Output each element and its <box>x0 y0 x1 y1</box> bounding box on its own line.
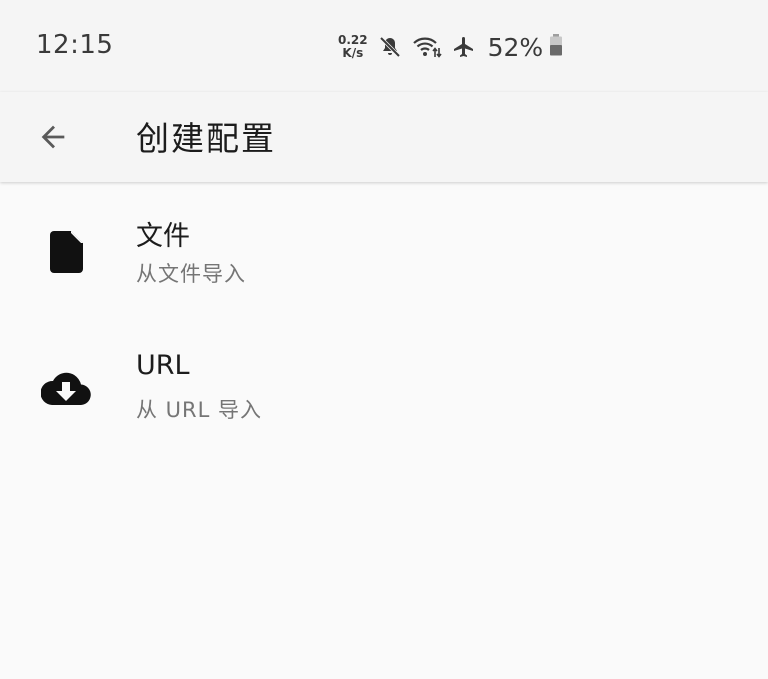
status-bar: 12:15 0.22 K/s 52% <box>0 0 768 92</box>
battery-icon <box>549 33 563 61</box>
list-item-file[interactable]: 文件 从文件导入 <box>0 182 768 318</box>
item-subtitle: 从 URL 导入 <box>136 398 263 422</box>
network-speed-unit: K/s <box>342 46 364 60</box>
arrow-left-icon <box>41 125 65 149</box>
page-title: 创建配置 <box>136 119 276 158</box>
mute-icon <box>378 35 402 59</box>
network-speed: 0.22 K/s <box>338 34 368 60</box>
airplane-mode-icon <box>452 35 476 59</box>
back-button[interactable] <box>26 110 80 164</box>
import-options-list: 文件 从文件导入 URL 从 URL 导入 <box>0 182 768 454</box>
item-title: 文件 <box>136 221 190 252</box>
item-title: URL <box>136 350 190 381</box>
status-icons: 0.22 K/s 52% <box>338 31 563 63</box>
item-subtitle: 从文件导入 <box>136 262 246 286</box>
battery-percent: 52% <box>487 32 544 62</box>
cloud-download-icon <box>34 356 98 420</box>
app-bar: 创建配置 <box>0 92 768 182</box>
list-item-url[interactable]: URL 从 URL 导入 <box>0 318 768 454</box>
status-time: 12:15 <box>36 30 114 60</box>
file-icon <box>34 220 98 284</box>
wifi-icon <box>412 35 442 59</box>
